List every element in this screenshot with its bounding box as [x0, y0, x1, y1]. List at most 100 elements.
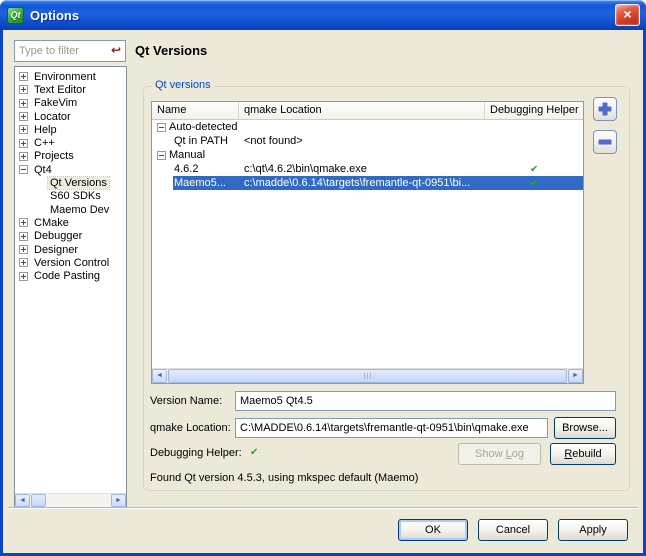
expander-icon[interactable]: [19, 218, 28, 227]
sidebar-item-label: S60 SDKs: [48, 190, 103, 202]
sidebar-item-s60-sdks[interactable]: S60 SDKs: [15, 190, 126, 203]
scroll-left-icon[interactable]: ◄: [152, 369, 167, 383]
debugging-helper-label: Debugging Helper:: [150, 447, 242, 459]
scroll-right-icon[interactable]: ►: [111, 494, 126, 507]
expander-icon[interactable]: [19, 72, 28, 81]
sidebar-item-label: Maemo Dev: [48, 204, 111, 216]
add-version-button[interactable]: [593, 97, 617, 121]
sidebar-item-label: Qt4: [32, 164, 54, 176]
column-header-debugging-helper[interactable]: Debugging Helper: [485, 102, 583, 119]
sidebar-item-label: Version Control: [32, 257, 111, 269]
helper-cell: ✔: [485, 176, 583, 190]
sidebar-item-cpp[interactable]: C++: [15, 136, 126, 149]
name-cell: Maemo5...: [152, 176, 239, 190]
cancel-button[interactable]: Cancel: [478, 519, 548, 541]
scrollbar-thumb[interactable]: [31, 494, 46, 507]
sidebar-item-qt-versions[interactable]: Qt Versions: [15, 176, 126, 189]
sidebar-item-designer[interactable]: Designer: [15, 243, 126, 256]
version-name-label: Version Name:: [150, 395, 222, 407]
sidebar-item-projects[interactable]: Projects: [15, 150, 126, 163]
name-cell: Manual: [152, 148, 239, 162]
sidebar-item-label: Help: [32, 124, 59, 136]
sidebar-item-locator[interactable]: Locator: [15, 110, 126, 123]
options-dialog: Qt Options × ↩ Environment Text Editor F…: [0, 0, 646, 556]
ok-button[interactable]: OK: [398, 519, 468, 541]
remove-version-button[interactable]: [593, 130, 617, 154]
helper-cell: [485, 148, 583, 162]
sidebar-item-label: Projects: [32, 150, 76, 162]
qmake-cell: c:\madde\0.6.14\targets\fremantle-qt-095…: [239, 176, 485, 190]
expander-icon[interactable]: [19, 152, 28, 161]
expander-icon[interactable]: [19, 139, 28, 148]
footer-separator: [8, 507, 638, 509]
expander-icon[interactable]: [19, 112, 28, 121]
title-bar: Qt Options ×: [0, 0, 646, 30]
table-row-qt-in-path[interactable]: Qt in PATH <not found>: [152, 134, 583, 148]
helper-cell: [485, 120, 583, 134]
plus-icon: [599, 103, 612, 116]
table-horizontal-scrollbar[interactable]: ◄ ►: [152, 368, 583, 383]
sidebar-item-text-editor[interactable]: Text Editor: [15, 83, 126, 96]
apply-button[interactable]: Apply: [558, 519, 628, 541]
qt-versions-table: Name qmake Location Debugging Helper Aut…: [151, 101, 584, 384]
helper-cell: ✔: [485, 162, 583, 176]
expander-icon[interactable]: [19, 125, 28, 134]
table-row-auto-detected[interactable]: Auto-detected: [152, 120, 583, 134]
filter-input[interactable]: [17, 43, 107, 59]
sidebar-item-label: C++: [32, 137, 57, 149]
table-header: Name qmake Location Debugging Helper: [152, 102, 583, 120]
expander-icon[interactable]: [19, 165, 28, 174]
name-cell: 4.6.2: [152, 162, 239, 176]
expander-icon[interactable]: [19, 245, 28, 254]
browse-button[interactable]: Browse...: [554, 417, 616, 439]
qt-logo-icon: Qt: [7, 7, 24, 24]
scrollbar-track[interactable]: [47, 494, 111, 507]
minus-icon: [599, 136, 612, 149]
sidebar-item-version-control[interactable]: Version Control: [15, 256, 126, 269]
sidebar-item-environment[interactable]: Environment: [15, 70, 126, 83]
show-log-button[interactable]: Show Log: [458, 443, 541, 465]
sidebar-item-label: Locator: [32, 111, 73, 123]
sidebar-item-label: Text Editor: [32, 84, 88, 96]
scroll-left-icon[interactable]: ◄: [15, 494, 30, 507]
sidebar-item-help[interactable]: Help: [15, 123, 126, 136]
scrollbar-thumb[interactable]: [168, 369, 567, 383]
expander-icon[interactable]: [157, 123, 166, 132]
expander-icon[interactable]: [157, 151, 166, 160]
column-header-name[interactable]: Name: [152, 102, 239, 119]
expander-icon[interactable]: [19, 85, 28, 94]
expander-icon[interactable]: [19, 258, 28, 267]
sidebar-item-code-pasting[interactable]: Code Pasting: [15, 269, 126, 282]
sidebar-item-debugger[interactable]: Debugger: [15, 230, 126, 243]
qmake-cell: [239, 120, 485, 134]
sidebar-item-maemo-dev[interactable]: Maemo Dev: [15, 203, 126, 216]
tree-items: Environment Text Editor FakeVim Locator …: [15, 70, 126, 283]
category-tree: Environment Text Editor FakeVim Locator …: [14, 66, 127, 508]
sidebar-item-cmake[interactable]: CMake: [15, 216, 126, 229]
table-row-maemo5[interactable]: Maemo5... c:\madde\0.6.14\targets\freman…: [152, 176, 583, 190]
qmake-cell: [239, 148, 485, 162]
qmake-cell: <not found>: [239, 134, 485, 148]
close-button[interactable]: ×: [615, 4, 640, 26]
expander-icon[interactable]: [19, 272, 28, 281]
rebuild-button[interactable]: Rebuild: [550, 443, 616, 465]
filter-box: ↩: [14, 40, 126, 62]
name-cell: Auto-detected: [152, 120, 239, 134]
filter-arrow-icon: ↩: [111, 43, 121, 57]
expander-icon[interactable]: [19, 99, 28, 108]
status-text: Found Qt version 4.5.3, using mkspec def…: [150, 472, 418, 484]
dialog-body: ↩ Environment Text Editor FakeVim Locato…: [3, 30, 643, 553]
helper-cell: [485, 134, 583, 148]
qmake-cell: c:\qt\4.6.2\bin\qmake.exe: [239, 162, 485, 176]
expander-icon[interactable]: [19, 232, 28, 241]
version-name-input[interactable]: [235, 391, 616, 411]
table-row-manual[interactable]: Manual: [152, 148, 583, 162]
scroll-right-icon[interactable]: ►: [568, 369, 583, 383]
sidebar-item-qt4[interactable]: Qt4: [15, 163, 126, 176]
sidebar-item-label: FakeVim: [32, 97, 79, 109]
qmake-location-input[interactable]: [235, 418, 548, 438]
column-header-qmake-location[interactable]: qmake Location: [239, 102, 485, 119]
table-row-4-6-2[interactable]: 4.6.2 c:\qt\4.6.2\bin\qmake.exe ✔: [152, 162, 583, 176]
sidebar-item-fakevim[interactable]: FakeVim: [15, 97, 126, 110]
tree-horizontal-scrollbar[interactable]: ◄ ►: [15, 493, 126, 507]
